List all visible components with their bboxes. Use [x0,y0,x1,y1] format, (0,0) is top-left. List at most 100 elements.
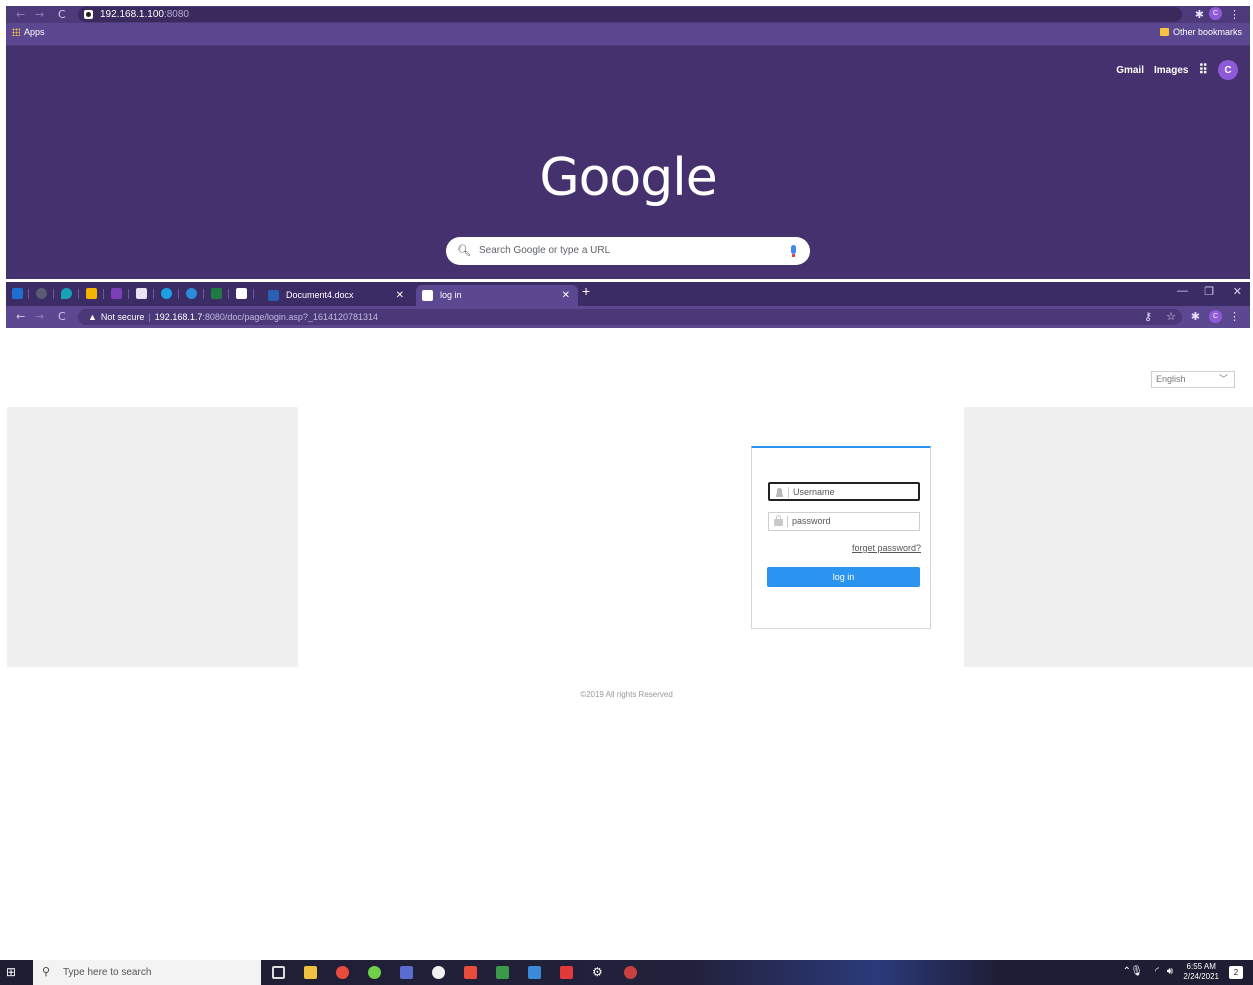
right-gray-panel [964,407,1253,667]
microphone-icon[interactable] [791,245,796,257]
background-browser-window: ← → C 192.168.1.100:8080 ✱ C ⋮ Apps Othe… [6,6,1250,279]
clock-time: 6:55 AM [1186,962,1216,971]
menu-icon[interactable]: ⋮ [1229,8,1240,21]
apps-bookmark[interactable]: Apps [12,27,45,37]
app-icon[interactable] [624,966,637,979]
tab-title: Document4.docx [286,290,354,300]
restore-icon[interactable]: ❐ [1204,285,1214,298]
app-icon[interactable] [496,966,509,979]
forget-password-link[interactable]: forget password? [852,543,921,553]
settings-gear-icon[interactable]: ⚙ [592,966,605,979]
bookmark-star-icon[interactable]: ☆ [1166,310,1176,323]
apps-grid-icon [12,28,20,36]
onedrive-tab-icon[interactable] [186,288,197,299]
windows-start-icon[interactable]: ⊞ [6,965,22,981]
field-divider [788,487,789,498]
key-icon[interactable]: ⚷ [1144,310,1152,323]
login-panel: Username password [751,446,931,629]
upwork-icon[interactable] [368,966,381,979]
reload-icon[interactable]: C [58,8,66,21]
language-select[interactable]: English ﹀ [1151,371,1235,388]
google-apps-icon[interactable]: ⠿ [1198,62,1208,78]
left-gray-panel [7,407,298,667]
google-search-box[interactable]: 🔍︎ Search Google or type a URL [446,237,810,265]
notifications-icon[interactable]: 2 [1229,966,1243,979]
password-field[interactable]: password [768,512,920,531]
taskbar: ⊞ ⚲ Type here to search ⚙ ⌃ 🎙︎ ◜ 🔊︎ 6:55… [0,960,1253,985]
new-tab-button[interactable]: + [582,283,590,299]
tab-divider [128,289,129,299]
teams-icon[interactable] [400,966,413,979]
onenote-tab-icon[interactable] [111,288,122,299]
volume-icon[interactable]: 🔊︎ [1167,966,1173,977]
extensions-icon[interactable]: ✱ [1195,8,1204,21]
back-icon[interactable]: ← [16,310,25,323]
warning-icon: ▲ [88,312,97,322]
search-icon: 🔍︎ [457,245,471,257]
generic-tab-icon[interactable] [236,288,247,299]
site-icon [84,10,93,19]
tab-log-in[interactable]: log in ✕ [416,285,578,306]
tab-title: log in [440,290,462,300]
file-explorer-icon[interactable] [304,966,317,979]
forward-icon[interactable]: → [35,8,44,21]
login-button[interactable]: log in [767,567,920,587]
clock[interactable]: 6:55 AM 2/24/2021 [1183,962,1219,982]
close-tab-icon[interactable]: ✕ [396,285,404,306]
back-icon[interactable]: ← [16,8,25,21]
security-status[interactable]: Not secure [101,312,145,322]
profile-icon[interactable]: C [1209,310,1222,323]
microphone-icon[interactable]: 🎙︎ [1130,966,1143,977]
google-logo: Google [539,148,717,208]
taskbar-search[interactable]: ⚲ Type here to search [33,960,261,985]
lock-icon [774,515,783,526]
app-icon[interactable] [432,966,445,979]
user-icon [775,488,784,497]
app-icon[interactable] [464,966,477,979]
app-icon[interactable] [528,966,541,979]
tab-divider [153,289,154,299]
extensions-icon[interactable]: ✱ [1191,310,1200,323]
app-icon[interactable] [560,966,573,979]
task-view-icon[interactable] [272,966,285,979]
field-divider [787,516,788,527]
keep-tab-icon[interactable] [86,288,97,299]
profile-icon[interactable]: C [1209,7,1222,20]
wifi-icon[interactable]: ◜ [1155,966,1159,977]
salesforce-tab-icon[interactable] [161,288,172,299]
slack-tab-icon[interactable] [136,288,147,299]
copyright: ©2019 All rights Reserved [580,690,673,699]
top-address-row: ← → C 192.168.1.100:8080 ✱ C ⋮ [6,6,1250,23]
tab-divider [103,289,104,299]
other-bookmarks[interactable]: Other bookmarks [1159,27,1242,37]
close-window-icon[interactable]: ✕ [1233,285,1242,298]
gmail-link[interactable]: Gmail [1116,65,1144,76]
url-host: 192.168.1.7 [154,312,203,322]
close-tab-icon[interactable]: ✕ [562,285,570,306]
url-separator: | [148,312,151,322]
forward-icon[interactable]: → [35,310,44,323]
pinned-tab-icon[interactable] [36,288,47,299]
menu-icon[interactable]: ⋮ [1229,310,1240,323]
maps-tab-icon[interactable] [61,288,72,299]
tab-document4[interactable]: Document4.docx ✕ [262,285,412,306]
url-field[interactable]: ▲ Not secure | 192.168.1.7:8080/doc/page/lo… [78,309,1182,325]
account-avatar[interactable]: C [1218,60,1238,80]
search-icon: ⚲ [42,966,51,978]
minimize-icon[interactable]: — [1177,285,1188,297]
excel-tab-icon[interactable] [211,288,222,299]
reload-icon[interactable]: C [58,310,66,323]
tab-divider [78,289,79,299]
chrome-icon[interactable] [336,966,349,979]
username-field[interactable]: Username [768,482,920,501]
tab-divider [228,289,229,299]
password-placeholder: password [792,516,831,526]
language-value: English [1156,374,1186,384]
outlook-tab-icon[interactable] [12,288,23,299]
images-link[interactable]: Images [1154,65,1188,76]
tab-divider [203,289,204,299]
top-url-field[interactable]: 192.168.1.100:8080 [78,7,1182,22]
bookmarks-bar: Apps Other bookmarks [6,23,1250,46]
chevron-down-icon: ﹀ [1218,374,1228,384]
clock-date: 2/24/2021 [1183,972,1219,981]
